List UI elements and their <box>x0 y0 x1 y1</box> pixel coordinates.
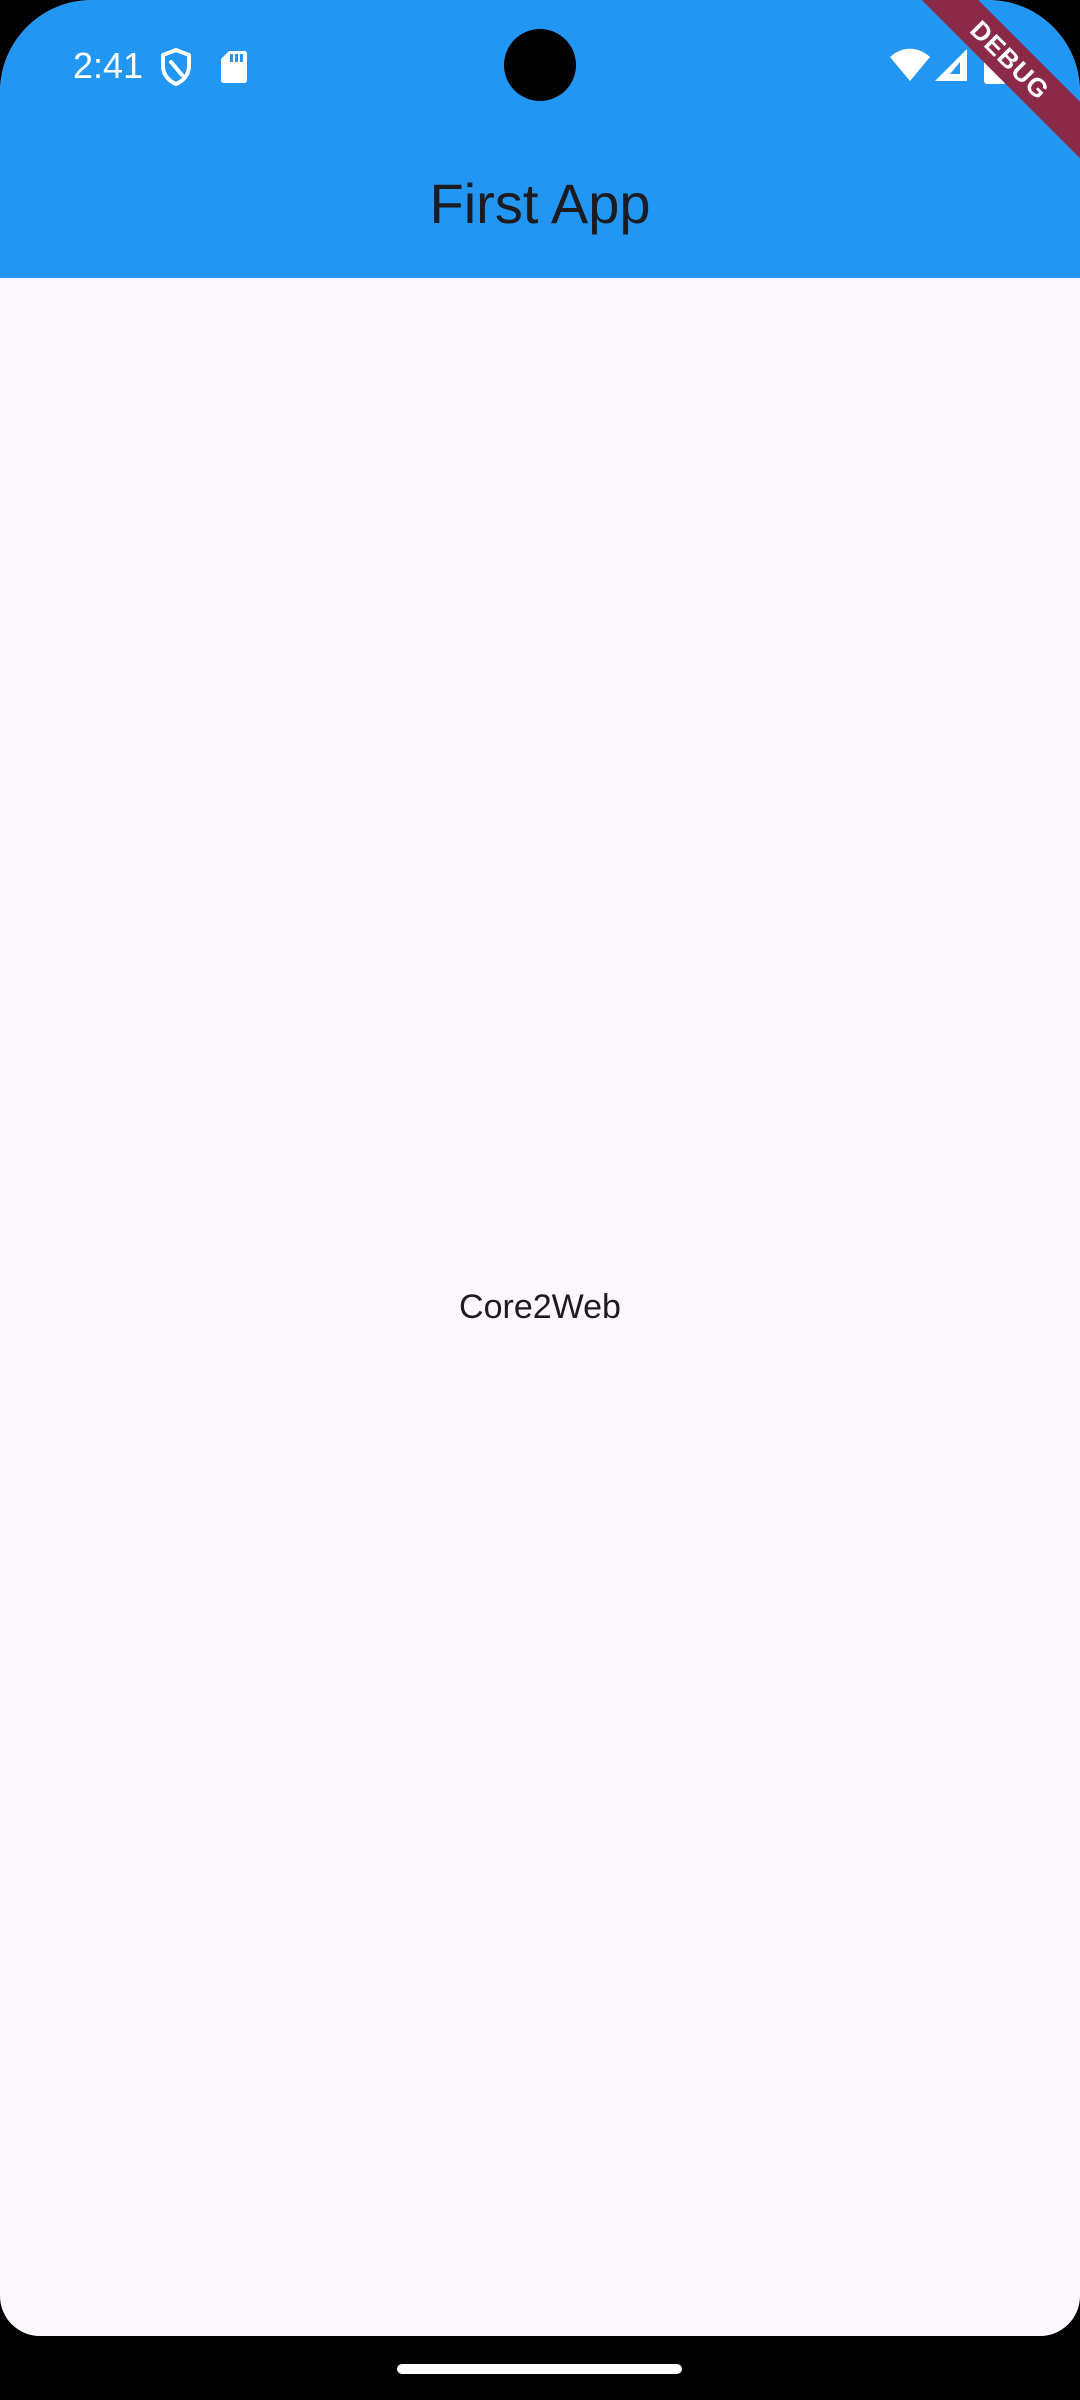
cellular-signal-icon <box>935 49 967 81</box>
app-screen: 2:41 First App DEBUG Core2Web <box>0 0 1080 2336</box>
body-center-text: Core2Web <box>459 1288 621 1326</box>
status-time: 2:41 <box>73 45 144 86</box>
wifi-icon <box>890 48 930 81</box>
front-camera-cutout <box>504 29 576 101</box>
status-bar: 2:41 <box>0 0 1080 132</box>
home-gesture-handle[interactable] <box>397 2364 682 2374</box>
sd-card-icon <box>221 51 247 83</box>
app-bar: 2:41 First App <box>0 0 1080 278</box>
app-bar-title: First App <box>429 172 651 235</box>
shield-icon <box>161 48 191 86</box>
